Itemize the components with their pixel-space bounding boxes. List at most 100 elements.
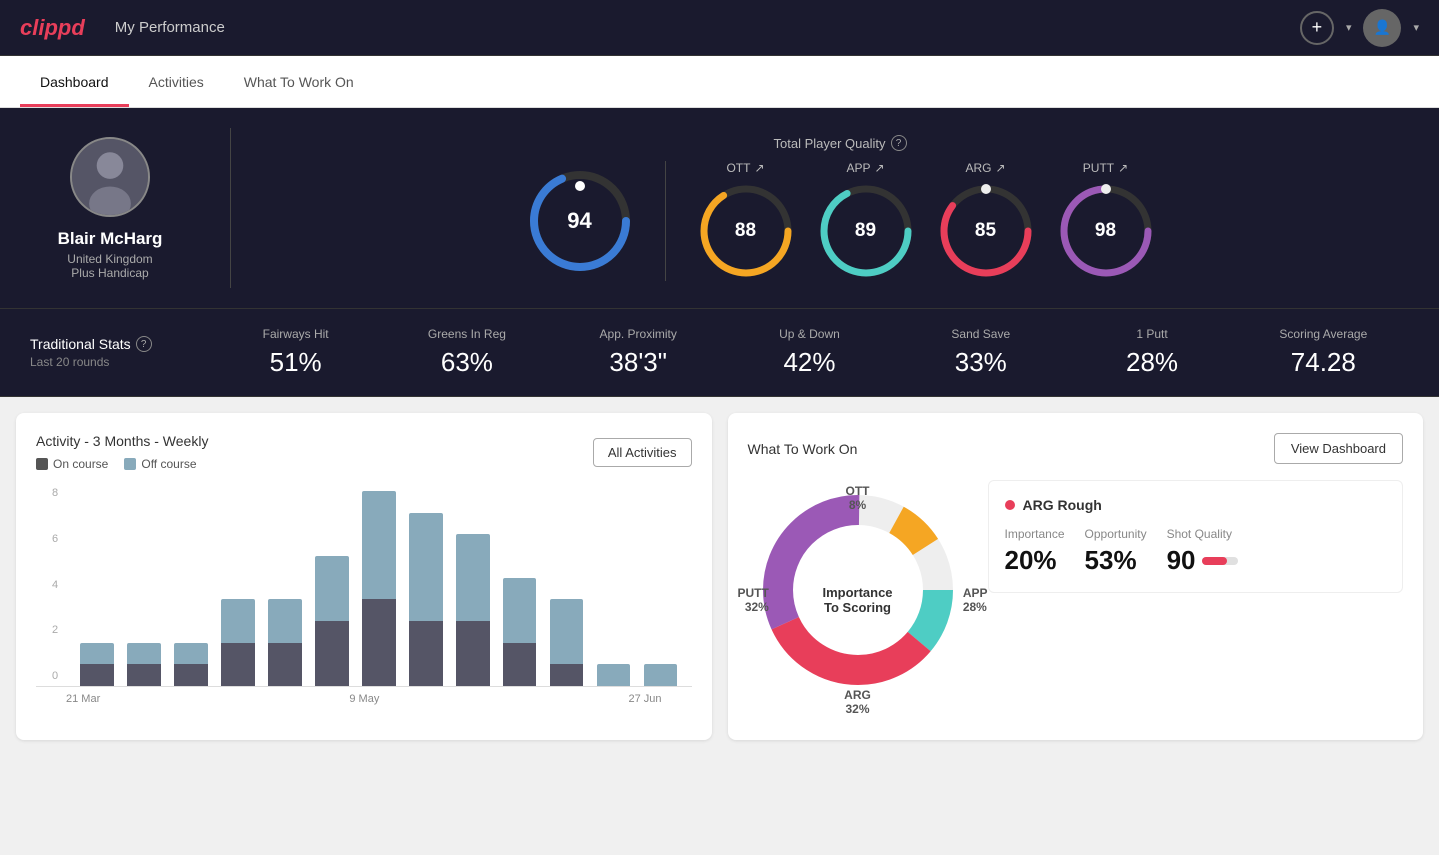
bar-group [358, 491, 400, 686]
bar-on-course [221, 643, 255, 686]
trad-stats-info-icon[interactable]: ? [136, 336, 152, 352]
avatar-dropdown-arrow[interactable]: ▾ [1413, 21, 1419, 34]
bar-group [405, 491, 447, 686]
header-actions: + ▾ 👤 ▾ [1300, 9, 1419, 47]
stat-fairways-hit-label: Fairways Hit [210, 327, 381, 341]
trad-stats-title: Traditional Stats ? [30, 336, 210, 352]
activity-chart-title: Activity - 3 Months - Weekly [36, 433, 208, 449]
stat-greens-in-reg: Greens In Reg 63% [381, 327, 552, 378]
player-name: Blair McHarg [58, 229, 163, 249]
what-to-work-on-panel: What To Work On View Dashboard [728, 413, 1424, 740]
bar-off-course [80, 643, 114, 665]
total-quality-value: 94 [567, 208, 591, 234]
stat-up-down: Up & Down 42% [724, 327, 895, 378]
stat-app-proximity-value: 38'3" [553, 347, 724, 378]
stat-greens-label: Greens In Reg [381, 327, 552, 341]
player-section: Blair McHarg United Kingdom Plus Handica… [0, 108, 1439, 309]
user-avatar-button[interactable]: 👤 [1363, 9, 1401, 47]
view-dashboard-button[interactable]: View Dashboard [1274, 433, 1403, 464]
trad-stats-sublabel: Last 20 rounds [30, 355, 210, 369]
trad-stats-label: Traditional Stats ? Last 20 rounds [30, 336, 210, 369]
activity-chart-area: 8 6 4 2 0 21 Mar 9 May 27 Jun [36, 487, 692, 707]
bar-on-course [503, 643, 537, 686]
bar-on-course [550, 664, 584, 686]
tab-dashboard[interactable]: Dashboard [20, 56, 129, 107]
bottom-panels: Activity - 3 Months - Weekly On course O… [0, 397, 1439, 756]
chart-legend: On course Off course [36, 457, 208, 471]
bar-off-course [268, 599, 302, 642]
donut-center: Importance To Scoring [822, 585, 892, 615]
detail-metric-importance: Importance 20% [1005, 527, 1065, 576]
bar-off-course [221, 599, 255, 642]
quality-info-icon[interactable]: ? [891, 135, 907, 151]
shot-quality-fill [1202, 557, 1227, 565]
tab-what-to-work-on[interactable]: What To Work On [224, 56, 374, 107]
stat-1-putt-value: 28% [1066, 347, 1237, 378]
divider [230, 128, 231, 288]
activity-chart-header: Activity - 3 Months - Weekly On course O… [36, 433, 692, 471]
stat-sand-save-label: Sand Save [895, 327, 1066, 341]
app-header: clippd My Performance + ▾ 👤 ▾ [0, 0, 1439, 56]
bar-on-course [174, 664, 208, 686]
chart-bars [66, 491, 692, 686]
stat-1-putt-label: 1 Putt [1066, 327, 1237, 341]
y-label-2: 2 [52, 624, 58, 636]
importance-value: 20% [1005, 545, 1065, 576]
bar-on-course [409, 621, 443, 686]
bar-off-course [644, 664, 678, 686]
avatar [70, 137, 150, 217]
legend-off-course: Off course [124, 457, 196, 471]
ott-value: 88 [735, 220, 756, 242]
stat-fairways-hit-value: 51% [210, 347, 381, 378]
shot-quality-value: 90 [1167, 545, 1196, 576]
bar-group [593, 491, 635, 686]
stat-1-putt: 1 Putt 28% [1066, 327, 1237, 378]
bar-on-course [456, 621, 490, 686]
ring-arg-label: ARG ↗ [965, 161, 1005, 175]
x-label-may: 9 May [349, 693, 379, 705]
add-dropdown-arrow[interactable]: ▾ [1346, 21, 1352, 34]
ring-putt: PUTT ↗ 98 [1056, 161, 1156, 281]
bar-group [76, 491, 118, 686]
ring-arg: ARG ↗ 85 [936, 161, 1036, 281]
ring-putt-label: PUTT ↗ [1083, 161, 1128, 175]
stat-app-proximity-label: App. Proximity [553, 327, 724, 341]
player-info: Blair McHarg United Kingdom Plus Handica… [30, 137, 190, 280]
bar-on-course [315, 621, 349, 686]
add-button[interactable]: + [1300, 11, 1334, 45]
x-label-jun: 27 Jun [628, 693, 661, 705]
bar-off-course [550, 599, 584, 664]
stat-fairways-hit: Fairways Hit 51% [210, 327, 381, 378]
traditional-stats-section: Traditional Stats ? Last 20 rounds Fairw… [0, 309, 1439, 397]
bar-off-course [174, 643, 208, 665]
stat-sand-save-value: 33% [895, 347, 1066, 378]
ring-app: APP ↗ 89 [816, 161, 916, 281]
quality-section: Total Player Quality ? 94 OTT [271, 135, 1409, 281]
bar-group [123, 491, 165, 686]
tab-activities[interactable]: Activities [129, 56, 224, 107]
detail-card-title: ARG Rough [1005, 497, 1387, 513]
wtwon-header: What To Work On View Dashboard [748, 433, 1404, 464]
bar-group [640, 491, 682, 686]
detail-card: ARG Rough Importance 20% Opportunity 53%… [988, 480, 1404, 593]
stat-scoring-average: Scoring Average 74.28 [1238, 327, 1409, 378]
all-activities-button[interactable]: All Activities [593, 438, 692, 467]
bar-group [170, 491, 212, 686]
bar-group [311, 491, 353, 686]
bar-off-course [409, 513, 443, 621]
bar-off-course [503, 578, 537, 643]
bar-group [217, 491, 259, 686]
x-label-mar: 21 Mar [66, 693, 100, 705]
nav-tabs: Dashboard Activities What To Work On [0, 56, 1439, 108]
ring-total: 94 [525, 166, 635, 276]
donut-chart-container: Importance To Scoring OTT 8% APP 28% ARG… [748, 480, 968, 720]
player-country: United Kingdom [67, 252, 152, 266]
detail-metrics: Importance 20% Opportunity 53% Shot Qual… [1005, 527, 1387, 576]
bar-off-course [315, 556, 349, 621]
donut-label-putt: PUTT 32% [738, 586, 769, 614]
legend-on-course: On course [36, 457, 108, 471]
detail-dot [1005, 500, 1015, 510]
shot-quality-bar [1202, 557, 1238, 565]
bar-off-course [597, 664, 631, 686]
shot-quality-label: Shot Quality [1167, 527, 1238, 541]
